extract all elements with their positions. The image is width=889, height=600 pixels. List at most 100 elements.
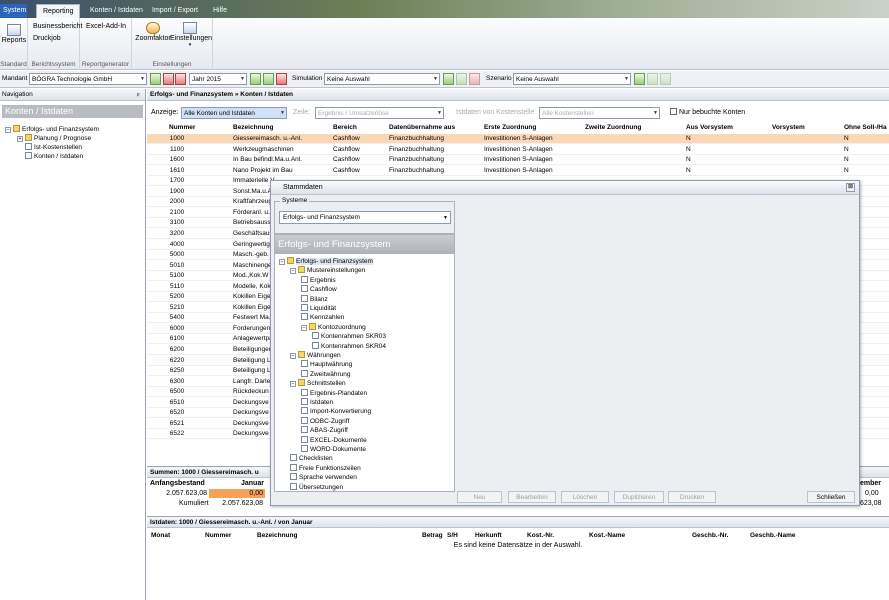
istdaten-col-sh[interactable]: S/H xyxy=(447,531,458,540)
stammdaten-tree-item[interactable]: Liquidität xyxy=(301,304,336,313)
bearbeiten-button[interactable]: Bearbeiten xyxy=(508,491,556,503)
edit-simulation-button[interactable] xyxy=(456,73,467,85)
col-header-bezeichnung[interactable]: Bezeichnung xyxy=(233,123,273,132)
istdaten-col-herkunft[interactable]: Herkunft xyxy=(475,531,502,540)
collapse-icon[interactable]: − xyxy=(5,127,11,133)
stammdaten-tree-item[interactable]: − Schnittstellen xyxy=(290,379,346,388)
istdaten-col-kost-nr[interactable]: Kost.-Nr. xyxy=(527,531,554,540)
collapse-icon[interactable]: − xyxy=(279,259,285,265)
delete-year-button[interactable] xyxy=(276,73,287,85)
add-year-button[interactable] xyxy=(250,73,261,85)
col-header-ohne-soll-haben[interactable]: Ohne Soll-/Ha xyxy=(844,123,887,132)
istdaten-col-geschb-nr[interactable]: Geschb.-Nr. xyxy=(692,531,728,540)
tab-hilfe[interactable]: Hilfe xyxy=(207,4,233,18)
nav-tree-konten-istdaten[interactable]: Konten / Istdaten xyxy=(25,152,83,161)
stammdaten-tree-item[interactable]: − Kontozuordnung xyxy=(301,322,366,332)
tab-konten-istdaten[interactable]: Konten / Istdaten xyxy=(84,4,149,18)
col-header-zweite-zuordnung[interactable]: Zweite Zuordnung xyxy=(585,123,641,132)
stammdaten-tree-item[interactable]: Kontenrahmen SKR04 xyxy=(312,341,386,351)
table-row[interactable]: 1610 Nano Projekt im Bau Cashflow Finanzbuc… xyxy=(147,166,889,176)
zeile-select[interactable]: Ergebnis / Umsatzerlöse ▼ xyxy=(315,107,444,119)
stammdaten-tree-item[interactable]: Kontenrahmen SKR03 xyxy=(312,332,386,341)
stammdaten-tree-item[interactable]: Übersetzungen xyxy=(290,482,343,492)
table-row[interactable]: 1600 In Bau befindl.Ma.u.Anl. Cashflow Fina… xyxy=(147,155,889,166)
tab-reporting[interactable]: Reporting xyxy=(36,4,81,18)
stammdaten-tree-item[interactable]: Freie Funktionszeilen xyxy=(290,463,361,473)
pin-icon[interactable]: ᵖ xyxy=(137,90,139,102)
anzeige-select[interactable]: Alle Konten und Istdaten ▼ xyxy=(181,107,287,119)
istdaten-col-nummer[interactable]: Nummer xyxy=(205,531,231,540)
stammdaten-tree-item[interactable]: Import-Konvertierung xyxy=(301,407,371,416)
nur-bebuchte-checkbox[interactable] xyxy=(670,108,677,115)
stammdaten-tree-item[interactable]: Ergebnis-Plandaten xyxy=(301,388,367,398)
collapse-icon[interactable]: − xyxy=(290,268,296,275)
neu-button[interactable]: Neu xyxy=(457,491,502,503)
tab-import-export[interactable]: Import / Export xyxy=(146,4,204,18)
kostenstelle-select[interactable]: Alle Kostenstellen ▼ xyxy=(539,107,660,119)
delete-button[interactable] xyxy=(163,73,174,85)
delete-szenario-button[interactable] xyxy=(660,73,671,85)
edit-szenario-button[interactable] xyxy=(647,73,658,85)
szenario-select[interactable]: Keine Auswahl ▼ xyxy=(513,73,631,85)
loeschen-button[interactable]: Löschen xyxy=(561,491,609,503)
duplizieren-button[interactable]: Duplizieren xyxy=(614,491,664,503)
delete-button-2[interactable] xyxy=(175,73,186,85)
istdaten-col-betrag[interactable]: Betrag xyxy=(422,531,443,540)
copy-year-button[interactable] xyxy=(263,73,274,85)
collapse-icon[interactable]: − xyxy=(290,381,296,388)
schliessen-button[interactable]: Schließen xyxy=(807,491,855,503)
col-header-vorsystem[interactable]: Vorsystem xyxy=(772,123,805,132)
stammdaten-tree-item[interactable]: Zweitwährung xyxy=(301,369,350,379)
stammdaten-tree-item[interactable]: − Mustereinstellungen xyxy=(290,266,365,275)
einstellungen-button[interactable]: Einstellungen ▾ xyxy=(170,22,212,48)
col-header-nummer[interactable]: Nummer xyxy=(169,123,195,132)
col-header-aus-vorsystem[interactable]: Aus Vorsystem xyxy=(686,123,733,132)
simulation-select[interactable]: Keine Auswahl ▼ xyxy=(324,73,440,85)
stammdaten-tree-item[interactable]: ABAS-Zugriff xyxy=(301,426,348,435)
col-header-datenuebernahme[interactable]: Datenübernahme aus xyxy=(389,123,455,132)
dialog-titlebar[interactable]: Stammdaten ⊠ xyxy=(271,181,859,195)
stammdaten-tree-item[interactable]: EXCEL-Dokumente xyxy=(301,435,367,445)
stammdaten-tree-item[interactable]: Hauptwährung xyxy=(301,360,352,369)
nav-tree-root[interactable]: − Erfolgs- und Finanzsystem xyxy=(5,125,99,134)
delete-simulation-button[interactable] xyxy=(469,73,480,85)
col-header-bereich[interactable]: Bereich xyxy=(333,123,357,132)
expand-icon[interactable]: + xyxy=(17,136,23,142)
istdaten-col-monat[interactable]: Monat xyxy=(151,531,170,540)
collapse-icon[interactable]: − xyxy=(290,353,296,359)
table-row[interactable]: 1100 Werkzeugmaschinen Cashflow Finanzbuchh… xyxy=(147,145,889,155)
istdaten-col-geschb-name[interactable]: Geschb.-Name xyxy=(750,531,796,540)
nav-tree-planung[interactable]: + Planung / Prognose xyxy=(17,134,91,143)
systeme-select[interactable]: Erfolgs- und Finanzsystem ▼ xyxy=(279,211,451,224)
stammdaten-tree-item[interactable]: ODBC-Zugriff xyxy=(301,416,349,426)
stammdaten-tree-item[interactable]: WORD-Dokumente xyxy=(301,445,366,454)
stammdaten-tree-item[interactable]: Sprache verwenden xyxy=(290,473,357,482)
stammdaten-tree-item[interactable]: − Erfolgs- und Finanzsystem xyxy=(279,257,373,266)
excel-add-in-button[interactable]: Excel-Add-In xyxy=(86,23,126,30)
stammdaten-tree-item[interactable]: Cashflow xyxy=(301,285,337,294)
nav-tree-ist-kostenstellen[interactable]: Ist-Kostenstellen xyxy=(25,143,82,152)
add-button[interactable] xyxy=(150,73,161,85)
druckjob-button[interactable]: Druckjob xyxy=(33,35,61,42)
tab-system[interactable]: System xyxy=(0,4,27,18)
collapse-icon[interactable]: − xyxy=(301,324,307,331)
istdaten-col-kost-name[interactable]: Kost.-Name xyxy=(589,531,625,540)
add-simulation-button[interactable] xyxy=(443,73,454,85)
zoomfaktor-button[interactable]: Zoomfaktor xyxy=(135,22,171,42)
col-header-erste-zuordnung[interactable]: Erste Zuordnung xyxy=(484,123,536,132)
stammdaten-tree-item[interactable]: Ergebnis xyxy=(301,275,336,285)
stammdaten-tree-item[interactable]: Bilanz xyxy=(301,294,328,304)
mandant-select[interactable]: BÖGRA Technologie GmbH ▼ xyxy=(29,73,147,85)
istdaten-col-bezeichnung[interactable]: Bezeichnung xyxy=(257,531,297,540)
stammdaten-tree-item[interactable]: − Währungen xyxy=(290,351,341,360)
januar-value[interactable]: 0,00 xyxy=(209,489,265,498)
reports-button[interactable]: Reports xyxy=(1,24,27,44)
businessbericht-button[interactable]: Businessbericht xyxy=(33,23,82,30)
stammdaten-tree-item[interactable]: Kennzahlen xyxy=(301,313,344,322)
close-icon[interactable]: ⊠ xyxy=(846,183,855,192)
jahr-select[interactable]: Jahr 2015 ▼ xyxy=(189,73,247,85)
stammdaten-tree-item[interactable]: Istdaten xyxy=(301,398,333,407)
table-row[interactable]: 1000 Giessereimasch. u.-Anl. Cashflow Finan… xyxy=(147,134,889,144)
drucken-button[interactable]: Drucken xyxy=(668,491,716,503)
add-szenario-button[interactable] xyxy=(634,73,645,85)
